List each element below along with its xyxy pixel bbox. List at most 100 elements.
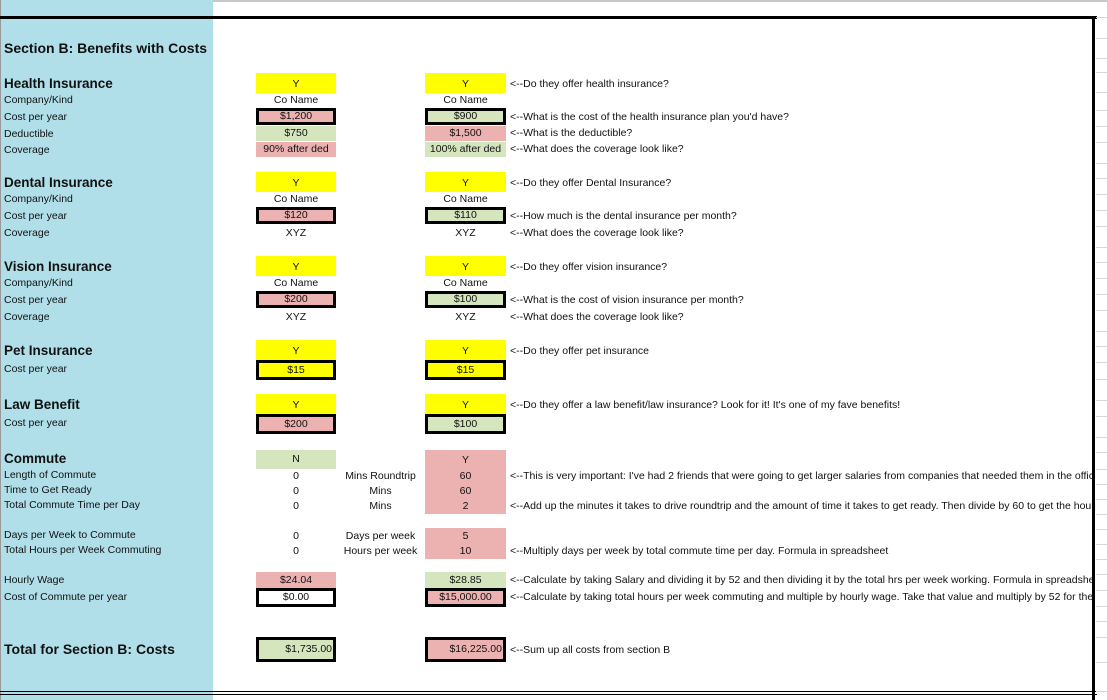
health-col1-coverage[interactable]: 90% after ded bbox=[256, 142, 336, 157]
law-col1-offered[interactable]: Y bbox=[256, 394, 336, 414]
dental-col2-cost[interactable]: $110 bbox=[425, 207, 506, 224]
vision-title: Vision Insurance bbox=[4, 259, 112, 274]
commute-col2-days[interactable]: 5 bbox=[425, 529, 506, 544]
commute-col1-length[interactable]: 0 bbox=[256, 469, 336, 484]
commute-col2-wage[interactable]: $28.85 bbox=[425, 572, 506, 588]
vision-label-cost: Cost per year bbox=[4, 294, 68, 306]
commute-col2-total-day[interactable]: 2 bbox=[425, 499, 506, 514]
commute-col1-hours-week[interactable]: 0 bbox=[256, 544, 336, 559]
gridline bbox=[1096, 310, 1107, 311]
commute-col2-ready[interactable]: 60 bbox=[425, 484, 506, 499]
vision-col2-company[interactable]: Co Name bbox=[425, 276, 506, 291]
gridline bbox=[1096, 210, 1107, 211]
commute-col2-length[interactable]: 60 bbox=[425, 469, 506, 484]
health-col2-cost[interactable]: $900 bbox=[425, 108, 506, 125]
gridline bbox=[1096, 38, 1107, 39]
commute-unit-length: Mins Roundtrip bbox=[345, 470, 416, 482]
health-note-deductible: <--What is the deductible? bbox=[510, 127, 633, 139]
health-note-cost: <--What is the cost of the health insura… bbox=[510, 111, 789, 123]
gridline bbox=[1096, 437, 1107, 438]
commute-col1-wage[interactable]: $24.04 bbox=[256, 572, 336, 588]
commute-note-wage: <--Calculate by taking Salary and dividi… bbox=[510, 574, 1092, 586]
gridline bbox=[1096, 110, 1107, 111]
commute-note-cost-year: <--Calculate by taking total hours per w… bbox=[510, 591, 1092, 603]
commute-unit-total-day: Mins bbox=[369, 500, 392, 512]
vision-note-cost: <--What is the cost of vision insurance … bbox=[510, 294, 744, 306]
health-note-coverage: <--What does the coverage look like? bbox=[510, 143, 684, 155]
commute-col1-total-day[interactable]: 0 bbox=[256, 499, 336, 514]
vision-label-company: Company/Kind bbox=[4, 277, 73, 289]
health-col2-coverage[interactable]: 100% after ded bbox=[425, 142, 506, 157]
commute-unit-ready: Mins bbox=[369, 485, 392, 497]
commute-note-length: <--This is very important: I've had 2 fr… bbox=[510, 470, 1092, 482]
law-col1-cost[interactable]: $200 bbox=[256, 414, 336, 434]
commute-col1-ready[interactable]: 0 bbox=[256, 484, 336, 499]
commute-label-length: Length of Commute bbox=[4, 469, 97, 481]
commute-col1-days[interactable]: 0 bbox=[256, 529, 336, 544]
health-col2-company[interactable]: Co Name bbox=[425, 93, 506, 108]
commute-label-cost-year: Cost of Commute per year bbox=[4, 591, 128, 603]
commute-col1-cost-year[interactable]: $0.00 bbox=[256, 588, 336, 607]
vision-col1-company[interactable]: Co Name bbox=[256, 276, 336, 291]
gridline bbox=[1096, 529, 1107, 530]
dental-col1-company[interactable]: Co Name bbox=[256, 192, 336, 207]
gridline bbox=[1096, 544, 1107, 545]
vision-col2-offered[interactable]: Y bbox=[425, 256, 506, 276]
dental-col2-coverage[interactable]: XYZ bbox=[425, 226, 506, 241]
vision-col1-offered[interactable]: Y bbox=[256, 256, 336, 276]
commute-label-hours-week: Total Hours per Week Commuting bbox=[4, 544, 162, 556]
pet-col2-cost[interactable]: $15 bbox=[425, 360, 506, 380]
health-col1-offered[interactable]: Y bbox=[256, 73, 336, 93]
dental-col2-offered[interactable]: Y bbox=[425, 172, 506, 192]
pet-title: Pet Insurance bbox=[4, 343, 93, 358]
gridline bbox=[1096, 590, 1107, 591]
pet-label-cost: Cost per year bbox=[4, 363, 68, 375]
dental-title: Dental Insurance bbox=[4, 175, 113, 190]
commute-col2-hours-week[interactable]: 10 bbox=[425, 544, 506, 559]
health-col1-company[interactable]: Co Name bbox=[256, 93, 336, 108]
health-label-cost: Cost per year bbox=[4, 111, 68, 123]
law-col2-offered[interactable]: Y bbox=[425, 394, 506, 414]
law-label-cost: Cost per year bbox=[4, 417, 68, 429]
dental-note-cost: <--How much is the dental insurance per … bbox=[510, 210, 737, 222]
dental-col1-coverage[interactable]: XYZ bbox=[256, 226, 336, 241]
total-col2[interactable]: $16,225.00 bbox=[425, 637, 506, 662]
gridline bbox=[1096, 278, 1107, 279]
health-col2-deductible[interactable]: $1,500 bbox=[425, 126, 506, 141]
dental-col2-company[interactable]: Co Name bbox=[425, 192, 506, 207]
section-title: Section B: Benefits with Costs bbox=[4, 40, 208, 56]
commute-label-wage: Hourly Wage bbox=[4, 574, 65, 586]
gridline bbox=[1096, 226, 1107, 227]
dental-note-coverage: <--What does the coverage look like? bbox=[510, 227, 684, 239]
vision-col2-coverage[interactable]: XYZ bbox=[425, 310, 506, 325]
commute-col2-cost-year[interactable]: $15,000.00 bbox=[425, 588, 506, 607]
pet-col1-offered[interactable]: Y bbox=[256, 340, 336, 360]
total-title: Total for Section B: Costs bbox=[4, 641, 175, 657]
gridline bbox=[1096, 294, 1107, 295]
pet-col1-cost[interactable]: $15 bbox=[256, 360, 336, 380]
vision-col1-cost[interactable]: $200 bbox=[256, 291, 336, 308]
right-thick-border bbox=[1092, 16, 1095, 700]
dental-col1-cost[interactable]: $120 bbox=[256, 207, 336, 224]
commute-label-days: Days per Week to Commute bbox=[4, 529, 136, 541]
gridline bbox=[1096, 416, 1107, 417]
vision-col1-coverage[interactable]: XYZ bbox=[256, 310, 336, 325]
health-col1-deductible[interactable]: $750 bbox=[256, 126, 336, 141]
commute-col1-flag[interactable]: N bbox=[256, 450, 336, 469]
vision-col2-cost[interactable]: $100 bbox=[425, 291, 506, 308]
health-col2-offered[interactable]: Y bbox=[425, 73, 506, 93]
health-title: Health Insurance bbox=[4, 76, 113, 91]
dental-label-coverage: Coverage bbox=[4, 227, 50, 239]
gridline bbox=[1096, 163, 1107, 164]
dental-col1-offered[interactable]: Y bbox=[256, 172, 336, 192]
gridline bbox=[1096, 559, 1107, 560]
total-col1[interactable]: $1,735.00 bbox=[256, 637, 336, 662]
vision-label-coverage: Coverage bbox=[4, 311, 50, 323]
commute-col2-flag[interactable]: Y bbox=[425, 453, 506, 468]
health-label-coverage: Coverage bbox=[4, 144, 50, 156]
law-col2-cost[interactable]: $100 bbox=[425, 414, 506, 434]
health-col1-cost[interactable]: $1,200 bbox=[256, 108, 336, 125]
gridline bbox=[1096, 142, 1107, 143]
total-note: <--Sum up all costs from section B bbox=[510, 644, 671, 656]
pet-col2-offered[interactable]: Y bbox=[425, 340, 506, 360]
